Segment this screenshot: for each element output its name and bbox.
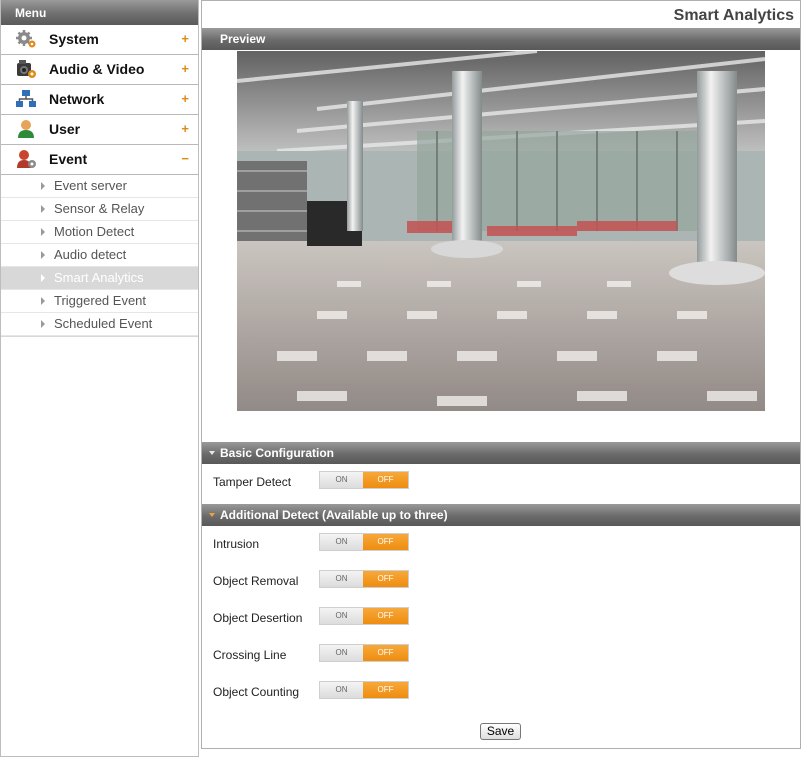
network-icon xyxy=(16,90,36,107)
object-removal-label: Object Removal xyxy=(213,574,299,588)
expand-icon[interactable]: + xyxy=(181,25,189,53)
off-option[interactable]: OFF xyxy=(363,534,408,550)
chevron-right-icon xyxy=(41,228,45,236)
off-option[interactable]: OFF xyxy=(363,645,408,661)
chevron-right-icon xyxy=(41,205,45,213)
menu-header: Menu xyxy=(1,0,198,25)
chevron-right-icon xyxy=(41,320,45,328)
sidebar-subitem-scheduled-event[interactable]: Scheduled Event xyxy=(1,313,198,336)
sidebar-item-user[interactable]: User + xyxy=(1,115,198,145)
subitem-label: Smart Analytics xyxy=(54,270,144,285)
sidebar-item-network[interactable]: Network + xyxy=(1,85,198,115)
camera-preview-image xyxy=(237,51,765,411)
off-option[interactable]: OFF xyxy=(363,571,408,587)
on-option[interactable]: ON xyxy=(320,682,364,698)
sidebar-subitem-event-server[interactable]: Event server xyxy=(1,175,198,198)
section-title: Preview xyxy=(220,32,266,46)
object-desertion-label: Object Desertion xyxy=(213,611,303,625)
subitem-label: Motion Detect xyxy=(54,224,135,239)
on-option[interactable]: ON xyxy=(320,534,364,550)
on-option[interactable]: ON xyxy=(320,608,364,624)
subitem-label: Sensor & Relay xyxy=(54,201,145,216)
tamper-detect-toggle[interactable]: ON OFF xyxy=(319,471,409,489)
expand-icon[interactable]: + xyxy=(181,85,189,113)
sidebar-item-audio-video[interactable]: Audio & Video + xyxy=(1,55,198,85)
save-button[interactable]: Save xyxy=(480,723,521,740)
basic-config-section-header: Basic Configuration xyxy=(202,442,800,464)
sidebar-subitem-motion-detect[interactable]: Motion Detect xyxy=(1,221,198,244)
lobby-scene-image xyxy=(237,51,765,411)
sidebar-subitem-audio-detect[interactable]: Audio detect xyxy=(1,244,198,267)
user-icon xyxy=(18,120,34,138)
sidebar-item-label: System xyxy=(49,31,99,47)
intrusion-toggle[interactable]: ON OFF xyxy=(319,533,409,551)
sidebar-item-label: Audio & Video xyxy=(49,61,145,77)
sidebar-item-label: Network xyxy=(49,91,105,107)
off-option[interactable]: OFF xyxy=(363,472,408,488)
subitem-label: Triggered Event xyxy=(54,293,147,308)
crossing-line-toggle[interactable]: ON OFF xyxy=(319,644,409,662)
object-counting-toggle[interactable]: ON OFF xyxy=(319,681,409,699)
crossing-line-label: Crossing Line xyxy=(213,648,287,662)
object-removal-toggle[interactable]: ON OFF xyxy=(319,570,409,588)
sidebar-subitem-smart-analytics[interactable]: Smart Analytics xyxy=(1,267,198,290)
subitem-label: Event server xyxy=(54,178,127,193)
expand-icon[interactable]: + xyxy=(181,115,189,143)
collapse-triangle-icon xyxy=(209,513,215,517)
additional-detect-section-header: Additional Detect (Available up to three… xyxy=(202,504,800,526)
sidebar-subitem-sensor-relay[interactable]: Sensor & Relay xyxy=(1,198,198,221)
section-title: Basic Configuration xyxy=(220,446,335,460)
chevron-right-icon xyxy=(41,297,45,305)
chevron-right-icon xyxy=(41,251,45,259)
camera-icon xyxy=(17,60,36,78)
on-option[interactable]: ON xyxy=(320,645,364,661)
sidebar-menu: Menu System + Audio & Video + Network + xyxy=(0,0,199,757)
sidebar-item-label: Event xyxy=(49,151,88,167)
object-desertion-toggle[interactable]: ON OFF xyxy=(319,607,409,625)
sidebar-item-system[interactable]: System + xyxy=(1,25,198,55)
off-option[interactable]: OFF xyxy=(363,608,408,624)
chevron-right-icon xyxy=(41,182,45,190)
event-submenu: Event server Sensor & Relay Motion Detec… xyxy=(1,175,198,337)
on-option[interactable]: ON xyxy=(320,571,364,587)
chevron-right-icon xyxy=(41,274,45,282)
intrusion-label: Intrusion xyxy=(213,537,260,551)
main-panel: Smart Analytics Preview Basic Configurat… xyxy=(201,0,801,749)
gear-icon xyxy=(16,30,36,48)
collapse-icon[interactable]: − xyxy=(181,145,189,173)
off-option[interactable]: OFF xyxy=(363,682,408,698)
on-option[interactable]: ON xyxy=(320,472,364,488)
section-title: Additional Detect (Available up to three… xyxy=(220,508,448,522)
page-title: Smart Analytics xyxy=(673,7,794,24)
collapse-triangle-icon xyxy=(209,451,215,455)
expand-icon[interactable]: + xyxy=(181,55,189,83)
preview-section-header: Preview xyxy=(202,28,800,50)
event-icon xyxy=(17,150,36,168)
subitem-label: Scheduled Event xyxy=(54,316,153,331)
object-counting-label: Object Counting xyxy=(213,685,300,699)
tamper-detect-label: Tamper Detect xyxy=(213,475,292,489)
sidebar-item-event[interactable]: Event − xyxy=(1,145,198,175)
sidebar-item-label: User xyxy=(49,121,81,137)
subitem-label: Audio detect xyxy=(54,247,127,262)
sidebar-subitem-triggered-event[interactable]: Triggered Event xyxy=(1,290,198,313)
